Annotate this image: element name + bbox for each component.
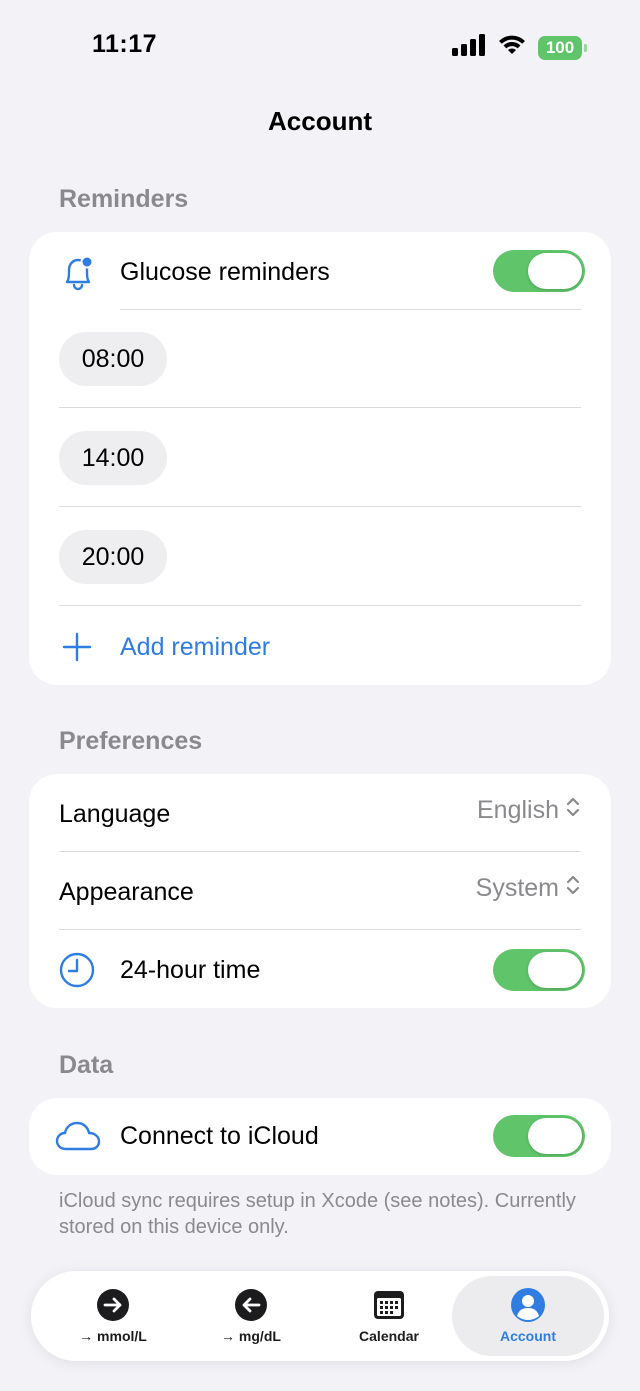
icloud-toggle[interactable] — [493, 1115, 585, 1157]
tab-label: Account — [500, 1328, 556, 1344]
status-bar: 11:17 100 — [0, 0, 640, 96]
page-title: Account — [268, 106, 372, 136]
preferences-card: Language English Appearance System 24-ho… — [29, 774, 611, 1008]
divider — [59, 851, 581, 852]
appearance-value: System — [475, 874, 559, 902]
language-picker[interactable]: English — [477, 796, 581, 825]
wifi-icon — [498, 34, 526, 61]
data-card: Connect to iCloud — [29, 1098, 611, 1175]
divider — [59, 407, 581, 408]
reminders-section-header: Reminders — [59, 185, 189, 213]
clock-icon — [57, 950, 97, 990]
icloud-footnote: iCloud sync requires setup in Xcode (see… — [59, 1190, 576, 1238]
glucose-reminders-toggle[interactable] — [493, 250, 585, 292]
toggle-knob — [528, 952, 582, 988]
tab-label: → mmol/L — [79, 1328, 147, 1344]
battery-icon: 100 — [538, 35, 587, 60]
language-row: Language — [59, 792, 359, 836]
cellular-signal-icon — [452, 34, 486, 61]
tab-label: Calendar — [359, 1328, 419, 1344]
preferences-section-header: Preferences — [59, 727, 203, 755]
divider — [120, 309, 581, 310]
divider — [59, 506, 581, 507]
language-value: English — [477, 796, 559, 824]
data-section-header: Data — [59, 1051, 114, 1079]
glucose-reminders-row: Glucose reminders — [120, 250, 480, 294]
plus-icon — [59, 629, 95, 665]
divider — [59, 929, 581, 930]
icloud-row: Connect to iCloud — [120, 1114, 420, 1158]
appearance-row: Appearance — [59, 870, 359, 914]
cloud-icon — [53, 1116, 103, 1156]
language-label: Language — [59, 799, 171, 828]
chevron-up-down-icon — [565, 874, 581, 903]
status-indicators: 100 — [452, 34, 587, 61]
tab-calendar[interactable]: Calendar — [319, 1271, 459, 1361]
divider — [59, 605, 581, 606]
reminders-card: Glucose reminders 08:00 14:00 20:00 Add … — [29, 232, 611, 685]
arrow-left-circle-icon — [234, 1288, 268, 1322]
add-reminder-label: Add reminder — [120, 632, 271, 661]
calendar-icon — [372, 1288, 406, 1322]
glucose-reminders-label: Glucose reminders — [120, 257, 330, 286]
reminder-time-chip[interactable]: 14:00 — [59, 431, 167, 485]
tab-account[interactable]: Account — [452, 1276, 604, 1356]
add-reminder-button[interactable]: Add reminder — [29, 624, 611, 670]
arrow-right-circle-icon — [96, 1288, 130, 1322]
bell-badge-icon — [57, 252, 99, 294]
toggle-knob — [528, 1118, 582, 1154]
tab-to-mmol[interactable]: → mmol/L — [43, 1271, 183, 1361]
tab-label: → mg/dL — [221, 1328, 281, 1344]
toggle-knob — [528, 253, 582, 289]
icloud-label: Connect to iCloud — [120, 1121, 319, 1150]
appearance-label: Appearance — [59, 877, 194, 906]
tab-bar: → mmol/L → mg/dL Calendar Account — [31, 1271, 609, 1361]
tab-to-mgdl[interactable]: → mg/dL — [181, 1271, 321, 1361]
person-circle-icon — [510, 1288, 546, 1322]
status-time: 11:17 — [92, 30, 158, 58]
time-format-toggle[interactable] — [493, 949, 585, 991]
chevron-up-down-icon — [565, 796, 581, 825]
time-format-row: 24-hour time — [120, 948, 420, 992]
appearance-picker[interactable]: System — [476, 874, 581, 903]
time-format-label: 24-hour time — [120, 955, 261, 984]
reminder-time-chip[interactable]: 20:00 — [59, 530, 167, 584]
reminder-time-chip[interactable]: 08:00 — [59, 332, 167, 386]
